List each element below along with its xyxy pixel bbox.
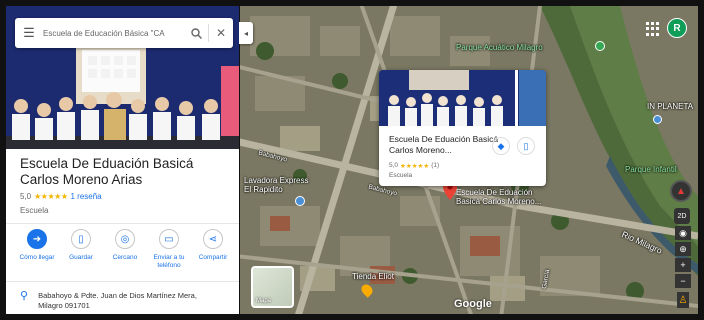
view-2d-button[interactable]: 2D [674,208,690,224]
card-save-button[interactable]: ▯ [517,137,535,155]
map-label-lavadora[interactable]: Lavadora Express El Rapidito [244,176,314,194]
map-pin-label[interactable]: Escuela De Eduación Basicá Carlos Moreno… [456,188,548,206]
bookmark-icon: ▯ [71,229,91,249]
zoom-out-button[interactable]: − [675,274,691,288]
place-info-card[interactable]: Escuela De Eduación Basicá Carlos Moreno… [379,70,546,186]
close-icon[interactable]: ✕ [209,18,233,48]
bookmark-icon: ▯ [523,140,529,151]
rating-value: 5,0 [20,192,32,201]
shop-poi-icon[interactable] [653,115,662,124]
directions-button[interactable]: ➜ Cómo llegar [16,229,58,269]
place-rating: 5,0 ★★★★★ 1 reseña [20,192,102,201]
card-review-count: (1) [431,162,440,169]
search-bar[interactable]: ☰ Escuela de Educación Básica "CA ✕ [15,18,233,48]
park-poi-icon[interactable] [595,41,605,51]
zoom-in-button[interactable]: + [675,258,691,272]
compass-icon[interactable]: ▲ [670,180,692,202]
collapse-panel-button[interactable]: ◂ [239,22,253,44]
directions-label: Cómo llegar [19,254,55,261]
save-button[interactable]: ▯ Guardar [60,229,102,269]
share-button[interactable]: ⋖ Compartir [192,229,234,269]
send-to-phone-label: Enviar a tu teléfono [153,254,185,269]
save-label: Guardar [69,254,93,261]
card-photo[interactable] [379,70,546,126]
address-text: Babahoyo & Pdte. Juan de Dios Martínez M… [38,291,197,310]
card-directions-button[interactable]: ◆ [492,137,510,155]
map-label-parque-acuatico[interactable]: Parque Acuático Milagro [456,43,543,52]
map-label-tienda[interactable]: Tienda Eliot [352,272,394,281]
my-location-icon[interactable]: ◉ [675,226,691,240]
layers-label: Mapa [256,298,272,304]
nearby-icon: ◎ [115,229,135,249]
nearby-label: Cercano [112,254,138,261]
directions-icon: ◆ [497,140,505,151]
card-rating: 5,0 ★★★★★ (1) [389,162,439,170]
map-label-in-planeta[interactable]: IN PLANETA [647,102,693,111]
card-category: Escuela [389,172,413,179]
directions-icon: ➜ [27,229,47,249]
nearby-button[interactable]: ◎ Cercano [104,229,146,269]
send-to-phone-button[interactable]: ▭ Enviar a tu teléfono [148,229,190,269]
divider [6,281,239,282]
apps-grid-icon[interactable] [646,22,660,36]
card-rating-value: 5,0 [389,162,399,169]
phone-icon: ▭ [159,229,179,249]
share-icon: ⋖ [203,229,223,249]
address-row[interactable]: ⚲ Babahoyo & Pdte. Juan de Dios Martínez… [20,291,218,311]
action-row: ➜ Cómo llegar ▯ Guardar ◎ Cercano ▭ Envi… [16,229,234,269]
map-controls: ◉ ⊕ + − [675,226,691,288]
rating-stars: ★★★★★ [34,192,68,201]
location-pin-icon: ⚲ [20,290,29,302]
map-label-parque-infantil[interactable]: Parque Infantil [625,165,677,174]
account-avatar[interactable]: R [667,18,687,38]
chevron-left-icon: ◂ [243,28,248,38]
place-title: Escuela De Eduación Basicá Carlos Moreno… [20,156,194,187]
card-title[interactable]: Escuela De Eduación Basicá Carlos Moreno… [389,134,499,156]
laundry-poi-icon[interactable] [295,196,305,206]
share-label: Compartir [198,254,228,261]
search-input[interactable]: Escuela de Educación Básica "CA [43,29,184,38]
search-icon[interactable] [184,18,208,48]
menu-icon[interactable]: ☰ [15,18,43,48]
card-stars: ★★★★★ [400,163,430,170]
divider [6,223,239,224]
google-attribution: Google [454,298,492,310]
place-side-panel: ☰ Escuela de Educación Básica "CA ✕ Escu… [6,6,239,314]
rotate-icon[interactable]: ⊕ [675,242,691,256]
layers-toggle[interactable]: Mapa [251,266,294,308]
reviews-link[interactable]: 1 reseña [70,192,101,201]
place-category[interactable]: Escuela [20,206,48,215]
pegman-icon[interactable]: ♙ [677,292,689,308]
